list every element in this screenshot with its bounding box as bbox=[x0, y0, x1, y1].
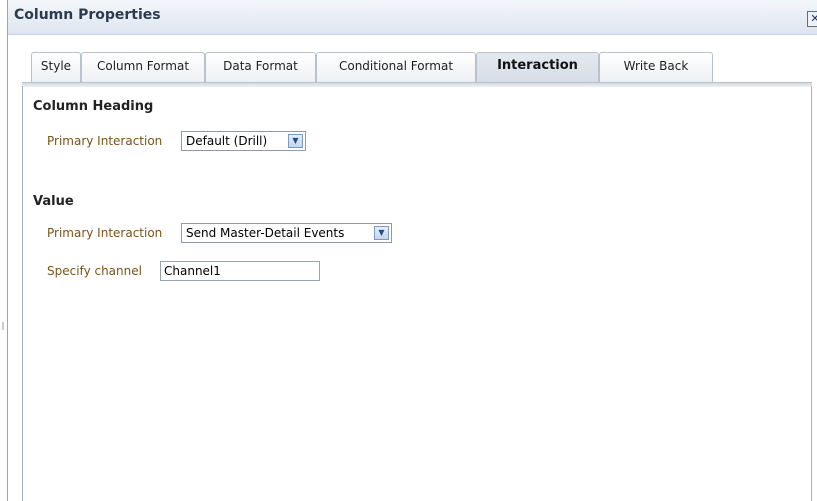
specify-channel-label: Specify channel bbox=[47, 264, 142, 278]
heading-primary-interaction-select[interactable]: Default (Drill) ▼ bbox=[181, 131, 306, 151]
chevron-down-icon[interactable]: ▼ bbox=[374, 226, 389, 240]
column-heading-section-title: Column Heading bbox=[33, 99, 154, 114]
tab-interaction[interactable]: Interaction bbox=[476, 52, 599, 82]
value-section-title: Value bbox=[33, 194, 74, 209]
close-button[interactable]: ✕ bbox=[807, 11, 817, 27]
tab-style[interactable]: Style bbox=[31, 52, 81, 82]
channel-input[interactable]: Channel1 bbox=[160, 261, 320, 281]
tab-label: Write Back bbox=[623, 59, 689, 73]
tab-strip: Style Column Format Data Format Conditio… bbox=[31, 52, 817, 83]
dialog-title: Column Properties bbox=[14, 7, 161, 23]
value-primary-interaction-label: Primary Interaction bbox=[47, 226, 163, 240]
select-value: Send Master-Detail Events bbox=[186, 226, 345, 240]
select-value: Default (Drill) bbox=[186, 134, 268, 148]
tab-write-back[interactable]: Write Back bbox=[599, 52, 713, 82]
interaction-panel: Column Heading Primary Interaction Defau… bbox=[22, 86, 812, 501]
tab-label: Interaction bbox=[497, 58, 578, 73]
tab-column-format[interactable]: Column Format bbox=[81, 52, 205, 82]
value-primary-interaction-select[interactable]: Send Master-Detail Events ▼ bbox=[181, 223, 392, 243]
tab-data-format[interactable]: Data Format bbox=[205, 52, 316, 82]
edge-marker bbox=[2, 322, 4, 330]
tab-conditional-format[interactable]: Conditional Format bbox=[316, 52, 476, 82]
chevron-down-icon[interactable]: ▼ bbox=[288, 134, 303, 148]
tab-label: Conditional Format bbox=[338, 59, 454, 73]
tab-label: Column Format bbox=[96, 59, 190, 73]
heading-primary-interaction-label: Primary Interaction bbox=[47, 134, 163, 148]
window-edge bbox=[0, 0, 7, 501]
tab-label: Data Format bbox=[223, 59, 298, 73]
tab-label: Style bbox=[40, 59, 72, 73]
dialog-title-bar: Column Properties ✕ bbox=[8, 0, 817, 35]
close-icon: ✕ bbox=[810, 12, 817, 25]
